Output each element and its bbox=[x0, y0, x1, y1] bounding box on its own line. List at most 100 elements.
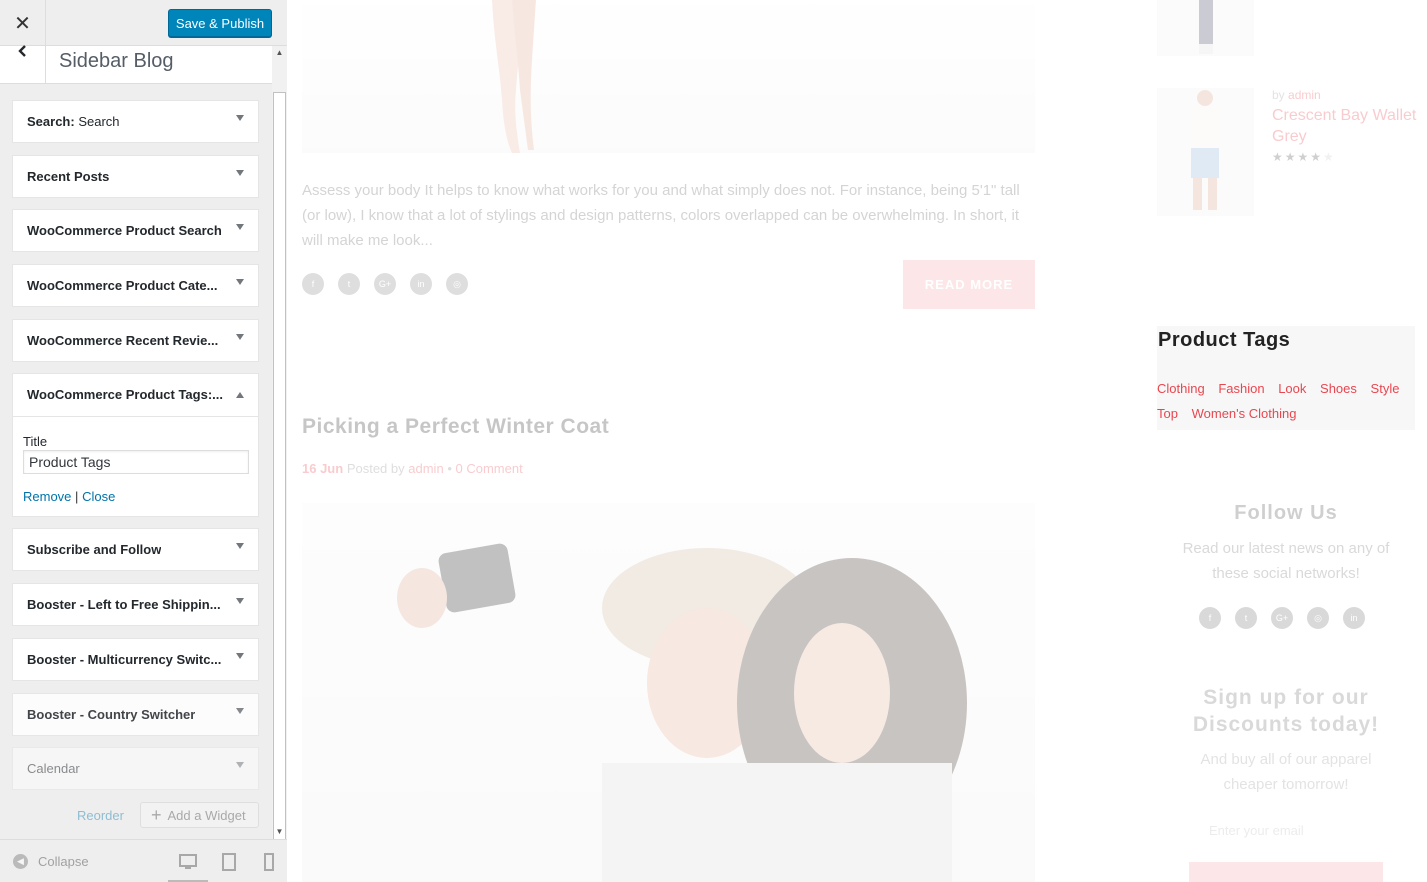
google-plus-icon[interactable]: G+ bbox=[1271, 607, 1293, 629]
reorder-link[interactable]: Reorder bbox=[77, 808, 124, 823]
close-icon: ✕ bbox=[14, 12, 31, 35]
collapse-arrow-icon[interactable] bbox=[236, 392, 244, 398]
expand-arrow-icon[interactable] bbox=[236, 653, 244, 659]
add-widget-button[interactable]: + Add a Widget bbox=[140, 802, 259, 828]
collapse-button[interactable]: ◀ Collapse bbox=[13, 854, 89, 869]
post-image-selfie bbox=[302, 503, 1035, 882]
selfie-photo-image bbox=[397, 543, 967, 882]
tag-link[interactable]: Women's Clothing bbox=[1192, 406, 1297, 421]
section-title: Sidebar Blog bbox=[59, 50, 174, 72]
twitter-icon[interactable]: t bbox=[1235, 607, 1257, 629]
follow-title: Follow Us bbox=[1234, 502, 1338, 524]
signup-text: And buy all of our apparel cheaper tomor… bbox=[1200, 751, 1372, 793]
expand-arrow-icon[interactable] bbox=[236, 762, 244, 768]
widget-title: Booster - Multicurrency Switc... bbox=[27, 652, 222, 667]
scrollbar[interactable]: ▲ ▼ bbox=[272, 46, 287, 867]
pinterest-icon[interactable]: ◎ bbox=[446, 273, 468, 295]
expand-arrow-icon[interactable] bbox=[236, 115, 244, 121]
customizer-header: ✕ Save & Publish bbox=[0, 0, 287, 46]
share-icons: f t G+ in ◎ bbox=[302, 273, 468, 295]
tag-link[interactable]: Style bbox=[1371, 381, 1400, 396]
widget-title: Booster - Country Switcher bbox=[27, 707, 196, 722]
widget-title: Recent Posts bbox=[27, 169, 110, 184]
widget-country-switcher[interactable]: Booster - Country Switcher bbox=[12, 693, 259, 736]
posted-by-label: Posted by bbox=[346, 461, 405, 476]
tablet-icon[interactable] bbox=[219, 852, 239, 872]
post-image bbox=[302, 0, 1035, 153]
tag-link[interactable]: Fashion bbox=[1218, 381, 1264, 396]
remove-link[interactable]: Remove bbox=[23, 489, 71, 504]
product-image bbox=[1199, 0, 1213, 54]
post-title[interactable]: Picking a Perfect Winter Coat bbox=[302, 415, 609, 439]
widget-title: Subscribe and Follow bbox=[27, 542, 162, 557]
scroll-down-arrow-icon[interactable]: ▼ bbox=[272, 825, 287, 839]
product-name[interactable]: Crescent Bay Wallet Grey bbox=[1272, 105, 1417, 147]
add-widget-label: Add a Widget bbox=[167, 807, 246, 823]
post-meta: 16 Jun Posted by admin • 0 Comment bbox=[302, 461, 523, 476]
linkedin-icon[interactable]: in bbox=[410, 273, 432, 295]
meta-separator: • bbox=[447, 461, 452, 476]
widget-product-categories[interactable]: WooCommerce Product Cate... bbox=[12, 264, 259, 307]
chevron-left-icon bbox=[17, 45, 26, 57]
rating-stars: ★★★★★ bbox=[1272, 150, 1336, 164]
product-author: by admin bbox=[1272, 88, 1321, 102]
save-publish-button[interactable]: Save & Publish bbox=[168, 9, 272, 37]
expand-arrow-icon[interactable] bbox=[236, 334, 244, 340]
widget-title: Search: Search bbox=[27, 114, 120, 129]
widget-product-tags-expanded: WooCommerce Product Tags:... Title Remov… bbox=[12, 373, 259, 517]
widget-search[interactable]: Search: Search bbox=[12, 100, 259, 143]
widget-product-search[interactable]: WooCommerce Product Search bbox=[12, 209, 259, 252]
collapse-label: Collapse bbox=[38, 854, 89, 869]
widget-title: Calendar bbox=[27, 761, 80, 776]
widget-title: Booster - Left to Free Shippin... bbox=[27, 597, 221, 612]
linkedin-icon[interactable]: in bbox=[1343, 607, 1365, 629]
scrollbar-thumb[interactable] bbox=[273, 92, 286, 867]
signup-button[interactable] bbox=[1189, 862, 1383, 882]
expand-arrow-icon[interactable] bbox=[236, 598, 244, 604]
instagram-icon[interactable]: ◎ bbox=[1307, 607, 1329, 629]
close-link[interactable]: Close bbox=[82, 489, 115, 504]
expand-arrow-icon[interactable] bbox=[236, 224, 244, 230]
widget-subscribe-follow[interactable]: Subscribe and Follow bbox=[12, 528, 259, 571]
product-image bbox=[1191, 90, 1219, 210]
tag-cloud: Clothing Fashion Look Shoes Style Top Wo… bbox=[1157, 376, 1412, 426]
widget-header[interactable]: WooCommerce Product Tags:... bbox=[13, 374, 258, 417]
product-info: by admin Crescent Bay Wallet Grey ★★★★★ bbox=[1272, 88, 1417, 164]
product-tags-title: Product Tags bbox=[1158, 329, 1291, 351]
expand-arrow-icon[interactable] bbox=[236, 279, 244, 285]
post-date: 16 Jun bbox=[302, 461, 344, 476]
tag-link[interactable]: Look bbox=[1278, 381, 1306, 396]
mobile-icon[interactable] bbox=[259, 852, 279, 872]
widget-recent-posts[interactable]: Recent Posts bbox=[12, 155, 259, 198]
title-field-input[interactable] bbox=[23, 450, 249, 474]
widget-recent-reviews[interactable]: WooCommerce Recent Revie... bbox=[12, 319, 259, 362]
expand-arrow-icon[interactable] bbox=[236, 170, 244, 176]
email-input[interactable]: Enter your email bbox=[1209, 823, 1304, 838]
customizer-footer: ◀ Collapse bbox=[0, 839, 287, 882]
back-button[interactable] bbox=[0, 45, 46, 84]
widget-calendar[interactable]: Calendar bbox=[12, 747, 259, 790]
desktop-icon[interactable] bbox=[178, 852, 198, 872]
post-author-link[interactable]: admin bbox=[408, 461, 443, 476]
section-header: Sidebar Blog bbox=[0, 45, 272, 84]
product-thumbnail[interactable] bbox=[1157, 88, 1254, 216]
tag-link[interactable]: Clothing bbox=[1157, 381, 1205, 396]
product-thumbnail[interactable] bbox=[1157, 0, 1254, 56]
tag-link[interactable]: Top bbox=[1157, 406, 1178, 421]
widget-multicurrency[interactable]: Booster - Multicurrency Switc... bbox=[12, 638, 259, 681]
scroll-up-arrow-icon[interactable]: ▲ bbox=[272, 46, 287, 60]
facebook-icon[interactable]: f bbox=[1199, 607, 1221, 629]
expand-arrow-icon[interactable] bbox=[236, 543, 244, 549]
facebook-icon[interactable]: f bbox=[302, 273, 324, 295]
read-more-button[interactable]: READ MORE bbox=[903, 260, 1035, 309]
twitter-icon[interactable]: t bbox=[338, 273, 360, 295]
tag-link[interactable]: Shoes bbox=[1320, 381, 1357, 396]
widget-title: WooCommerce Product Tags:... bbox=[27, 387, 223, 402]
expand-arrow-icon[interactable] bbox=[236, 708, 244, 714]
product-tags-widget: Product Tags Clothing Fashion Look Shoes… bbox=[1157, 326, 1415, 430]
comments-link[interactable]: 0 Comment bbox=[456, 461, 523, 476]
close-customizer-button[interactable]: ✕ bbox=[0, 0, 46, 46]
widget-free-shipping[interactable]: Booster - Left to Free Shippin... bbox=[12, 583, 259, 626]
follow-text: Read our latest news on any of these soc… bbox=[1182, 540, 1390, 582]
google-plus-icon[interactable]: G+ bbox=[374, 273, 396, 295]
